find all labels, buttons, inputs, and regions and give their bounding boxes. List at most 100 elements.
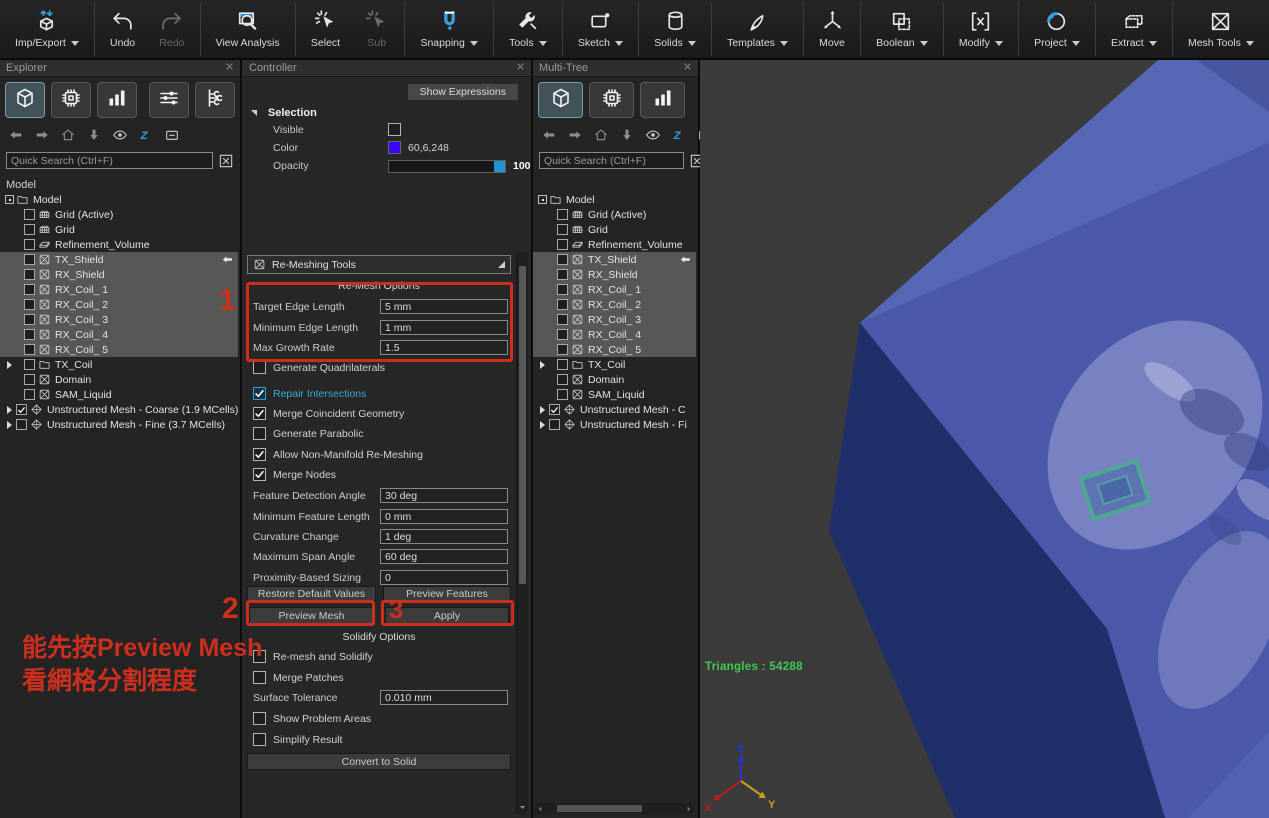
tree-row-rx-shield[interactable]: RX_Shield <box>533 267 696 282</box>
visibility-checkbox[interactable] <box>557 389 568 400</box>
tree-row-sam-liquid[interactable]: SAM_Liquid <box>0 387 238 402</box>
visibility-checkbox[interactable] <box>549 404 560 415</box>
expander-arrow-icon[interactable] <box>536 419 549 430</box>
controller-scrollbar[interactable] <box>516 252 528 814</box>
expander-arrow-icon[interactable] <box>536 404 549 415</box>
toolbar-item-redo[interactable]: Redo <box>150 0 193 58</box>
toolbar-item-project[interactable]: Project <box>1025 0 1089 58</box>
goto-down-icon[interactable] <box>619 127 635 143</box>
toolbar-item-select[interactable]: Select <box>302 0 349 58</box>
toolbar-item-templates[interactable]: Templates <box>718 0 797 58</box>
visibility-checkbox[interactable] <box>24 374 35 385</box>
visibility-checkbox[interactable] <box>557 224 568 235</box>
multitree-tab-simulation-chip[interactable] <box>589 82 634 118</box>
checkbox-row-re-mesh-and-solidify[interactable]: Re-mesh and Solidify <box>253 649 373 664</box>
convert-to-solid-button[interactable]: Convert to Solid <box>247 753 511 770</box>
field-input-proximity-based-sizing[interactable] <box>380 570 508 585</box>
collapse-all-icon[interactable] <box>164 127 180 143</box>
tree-row-refinement-volume[interactable]: Refinement_Volume <box>0 237 238 252</box>
field-input-curvature-change[interactable] <box>380 529 508 544</box>
visibility-checkbox[interactable] <box>557 284 568 295</box>
field-input-target-edge-length[interactable] <box>380 299 508 314</box>
toolbar-item-sketch[interactable]: Sketch <box>569 0 632 58</box>
visible-checkbox[interactable] <box>388 123 401 136</box>
explorer-tab-filter-sliders[interactable] <box>149 82 189 118</box>
chevron-down-icon[interactable] <box>1149 41 1157 46</box>
toolbar-item-boolean[interactable]: Boolean <box>867 0 937 58</box>
checkbox[interactable] <box>253 712 266 725</box>
checkbox-row-simplify-result[interactable]: Simplify Result <box>253 732 342 747</box>
nav-forward-icon[interactable] <box>567 127 583 143</box>
goto-down-icon[interactable] <box>86 127 102 143</box>
zoom-z-icon[interactable]: Z <box>138 127 154 143</box>
tree-row-rx-coil-3[interactable]: RX_Coil_ 3 <box>533 312 696 327</box>
visibility-checkbox[interactable] <box>557 269 568 280</box>
scroll-left-icon[interactable] <box>535 805 545 813</box>
checkbox[interactable] <box>253 361 266 374</box>
visibility-checkbox[interactable] <box>24 344 35 355</box>
visibility-checkbox[interactable] <box>557 344 568 355</box>
expander-arrow-icon[interactable] <box>3 419 16 430</box>
field-input-minimum-edge-length[interactable] <box>380 320 508 335</box>
multitree-hscrollbar-thumb[interactable] <box>557 805 642 812</box>
close-icon[interactable] <box>516 62 525 74</box>
checkbox[interactable] <box>253 448 266 461</box>
visibility-checkbox[interactable] <box>24 269 35 280</box>
tree-row-rx-coil-4[interactable]: RX_Coil_ 4 <box>533 327 696 342</box>
tree-row-model[interactable]: Model <box>0 192 238 207</box>
chevron-down-icon[interactable] <box>995 41 1003 46</box>
chevron-down-icon[interactable] <box>1072 41 1080 46</box>
toolbar-item-solids[interactable]: Solids <box>645 0 705 58</box>
viewport-3d[interactable]: Z X Y Triangles : 54288 <box>700 60 1269 818</box>
chevron-down-icon[interactable] <box>470 41 478 46</box>
scroll-right-icon[interactable] <box>684 805 694 813</box>
explorer-tab-model-cube[interactable] <box>5 82 45 118</box>
tree-row-rx-coil-5[interactable]: RX_Coil_ 5 <box>533 342 696 357</box>
field-input-max-growth-rate[interactable] <box>380 340 508 355</box>
checkbox[interactable] <box>253 407 266 420</box>
apply-button[interactable]: Apply <box>385 607 509 625</box>
tree-row-domain[interactable]: Domain <box>533 372 696 387</box>
field-input-maximum-span-angle[interactable] <box>380 549 508 564</box>
tree-row-unstructured-mesh-c[interactable]: Unstructured Mesh - C <box>533 402 696 417</box>
checkbox-row-generate-parabolic[interactable]: Generate Parabolic <box>253 426 363 441</box>
tree-row-tx-coil[interactable]: TX_Coil <box>0 357 238 372</box>
visibility-checkbox[interactable] <box>16 404 27 415</box>
tree-row-refinement-volume[interactable]: Refinement_Volume <box>533 237 696 252</box>
tree-row-grid-active-[interactable]: Grid (Active) <box>533 207 696 222</box>
checkbox[interactable] <box>253 671 266 684</box>
tree-row-rx-coil-2[interactable]: RX_Coil_ 2 <box>0 297 238 312</box>
checkbox-row-merge-coincident-geometry[interactable]: Merge Coincident Geometry <box>253 406 404 421</box>
visibility-eye-icon[interactable] <box>112 127 128 143</box>
preview-mesh-button[interactable]: Preview Mesh <box>249 607 374 625</box>
explorer-tab-analysis-bars[interactable] <box>97 82 137 118</box>
visibility-checkbox[interactable] <box>16 419 27 430</box>
chevron-down-icon[interactable] <box>688 41 696 46</box>
tree-row-rx-coil-5[interactable]: RX_Coil_ 5 <box>0 342 238 357</box>
tree-row-tx-coil[interactable]: TX_Coil <box>533 357 696 372</box>
expander-arrow-icon[interactable] <box>536 359 549 370</box>
expander-arrow-icon[interactable] <box>3 404 16 415</box>
explorer-search-input[interactable] <box>6 152 213 169</box>
multitree-search-input[interactable] <box>539 152 684 169</box>
scroll-down-icon[interactable] <box>517 801 528 813</box>
field-input-feature-detection-angle[interactable] <box>380 488 508 503</box>
checkbox-row-allow-non-manifold-re-meshing[interactable]: Allow Non-Manifold Re-Meshing <box>253 447 423 462</box>
visibility-checkbox[interactable] <box>24 314 35 325</box>
toolbar-item-modify[interactable]: Modify <box>950 0 1012 58</box>
toolbar-item-tools[interactable]: Tools <box>500 0 556 58</box>
checkbox-row-show-problem-areas[interactable]: Show Problem Areas <box>253 711 371 726</box>
expander-dot-icon[interactable] <box>536 194 549 205</box>
color-swatch[interactable] <box>388 141 401 154</box>
tree-row-rx-coil-3[interactable]: RX_Coil_ 3 <box>0 312 238 327</box>
checkbox[interactable] <box>253 387 266 400</box>
tree-row-grid[interactable]: Grid <box>0 222 238 237</box>
visibility-checkbox[interactable] <box>24 254 35 265</box>
remesh-tools-dropdown[interactable]: Re-Meshing Tools <box>247 255 511 274</box>
selection-group-header[interactable]: Selection <box>251 107 317 119</box>
visibility-checkbox[interactable] <box>557 239 568 250</box>
checkbox[interactable] <box>253 650 266 663</box>
checkbox[interactable] <box>253 733 266 746</box>
multitree-tab-model-cube[interactable] <box>538 82 583 118</box>
clear-search-icon[interactable] <box>218 153 234 169</box>
